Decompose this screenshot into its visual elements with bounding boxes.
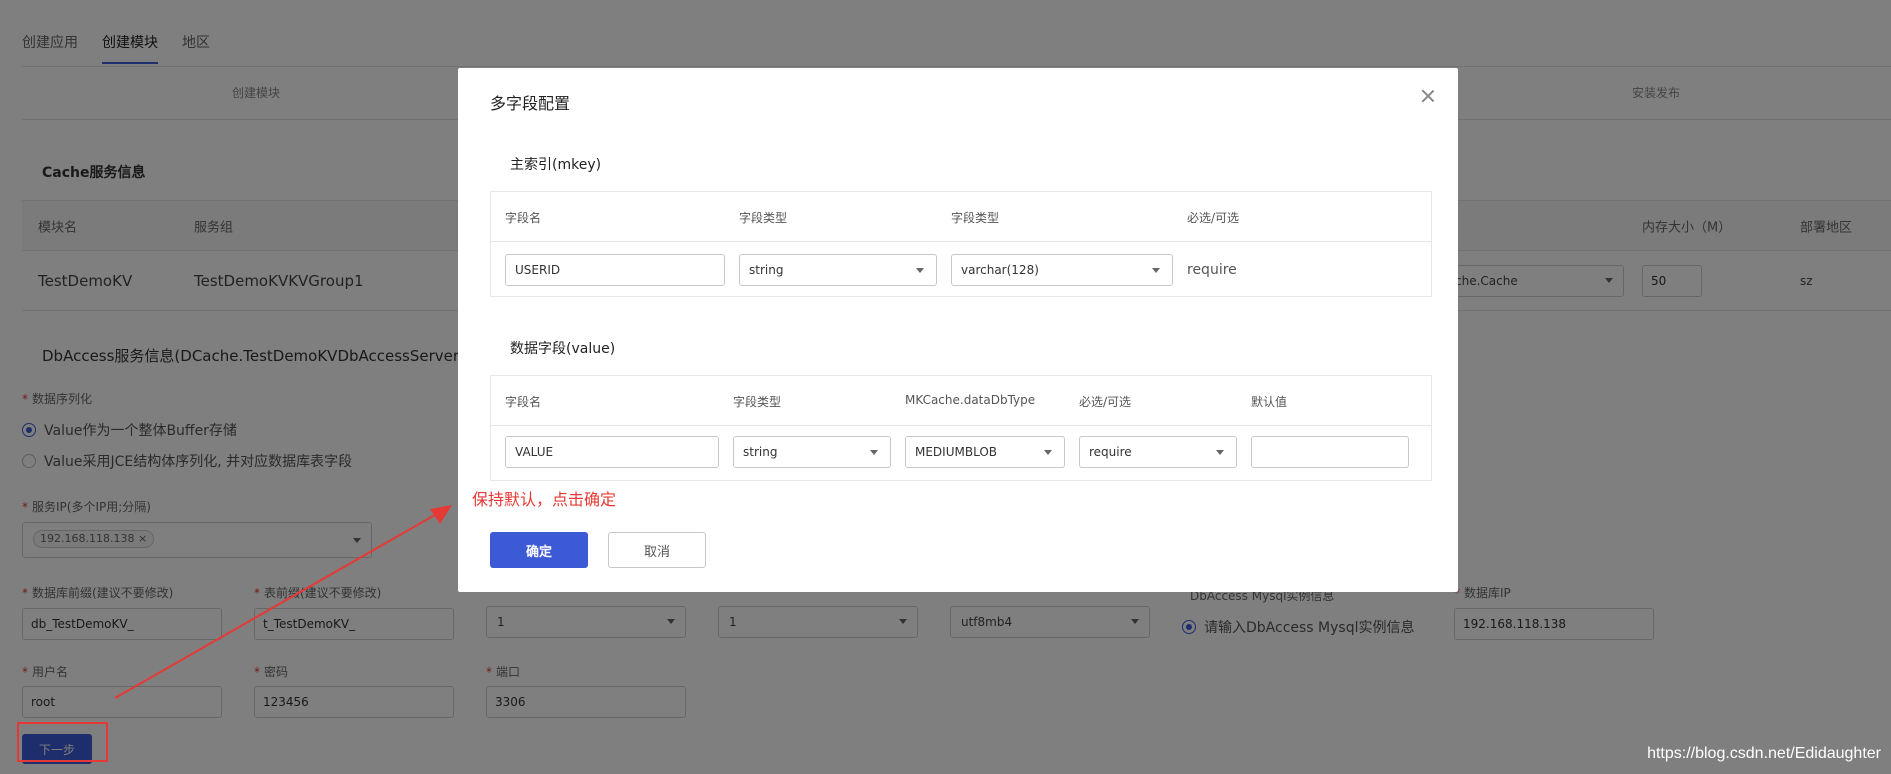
value-name-input[interactable] [505, 436, 719, 468]
mkey-col-required: 必选/可选 [1187, 211, 1240, 225]
confirm-button[interactable]: 确定 [490, 532, 588, 568]
value-default-input[interactable] [1251, 436, 1409, 468]
chevron-down-icon [1044, 450, 1052, 455]
dialog-title: 多字段配置 [490, 94, 571, 113]
annotation-highlight-box [17, 722, 108, 762]
chevron-down-icon [870, 450, 878, 455]
mkey-table-header: 字段名 字段类型 字段类型 必选/可选 [491, 192, 1431, 242]
value-table-header: 字段名 字段类型 MKCache.dataDbType 必选/可选 默认值 [491, 376, 1431, 426]
mkey-name-input[interactable] [505, 254, 725, 286]
value-section-title: 数据字段(value) [510, 341, 616, 357]
table-row: string varchar(128) require [491, 242, 1431, 298]
close-icon[interactable] [1420, 88, 1436, 104]
value-col-type: 字段类型 [733, 395, 782, 409]
value-table: 字段名 字段类型 MKCache.dataDbType 必选/可选 默认值 st… [490, 375, 1432, 481]
mkey-col-type: 字段类型 [739, 211, 788, 225]
value-required-select[interactable]: require [1079, 436, 1237, 468]
chevron-down-icon [1152, 268, 1160, 273]
value-type-select[interactable]: string [733, 436, 891, 468]
multi-field-config-dialog: 多字段配置 主索引(mkey) 字段名 字段类型 字段类型 必选/可选 stri… [458, 68, 1458, 592]
watermark: https://blog.csdn.net/Edidaughter [1647, 745, 1881, 762]
mkey-type-select[interactable]: string [739, 254, 937, 286]
table-row: string MEDIUMBLOB require [491, 426, 1431, 482]
annotation-text: 保持默认，点击确定 [472, 490, 617, 509]
mkey-db-type-select[interactable]: varchar(128) [951, 254, 1173, 286]
chevron-down-icon [916, 268, 924, 273]
mkey-section-title: 主索引(mkey) [510, 157, 602, 173]
value-col-required: 必选/可选 [1079, 395, 1132, 409]
mkey-table: 字段名 字段类型 字段类型 必选/可选 string varchar(128) … [490, 191, 1432, 297]
value-col-default: 默认值 [1251, 395, 1288, 409]
value-db-type-select[interactable]: MEDIUMBLOB [905, 436, 1065, 468]
mkey-required-text: require [1187, 262, 1237, 278]
value-col-db-type: MKCache.dataDbType [905, 393, 1036, 407]
mkey-col-db-type: 字段类型 [951, 211, 1000, 225]
mkey-col-name: 字段名 [505, 211, 542, 225]
value-col-name: 字段名 [505, 395, 542, 409]
cancel-button[interactable]: 取消 [608, 532, 706, 568]
chevron-down-icon [1216, 450, 1224, 455]
